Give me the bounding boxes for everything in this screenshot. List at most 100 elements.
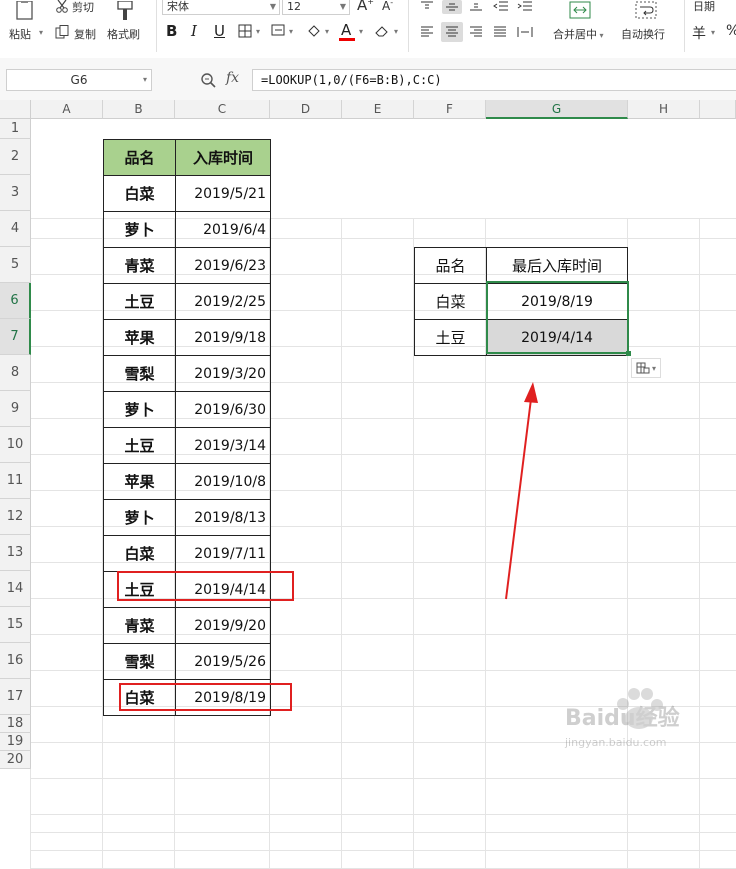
align-left-icon[interactable] [418,24,436,40]
italic-icon[interactable]: I [191,22,197,40]
name-box[interactable]: G6 ▾ [6,69,152,91]
date-cell[interactable]: 2019/9/20 [175,607,271,644]
row-header-4[interactable]: 4 [0,211,31,247]
paste-button[interactable]: 粘贴 [9,26,31,42]
table-header-cell[interactable]: 入库时间 [175,139,271,176]
table-header-cell[interactable]: 品名 [103,139,176,176]
copy-button[interactable]: 复制 [74,26,96,42]
product-cell[interactable]: 萝卜 [103,211,176,248]
product-cell[interactable]: 土豆 [103,283,176,320]
align-top-icon[interactable] [419,0,435,12]
function-icon[interactable]: fx [226,70,239,86]
product-cell[interactable]: 苹果 [103,319,176,356]
date-cell[interactable]: 2019/5/21 [175,175,271,212]
decrease-font-icon[interactable]: A- [382,0,393,13]
result-date-cell[interactable]: 2019/8/19 [486,283,628,320]
autofill-options-button[interactable]: ▾ [631,358,661,378]
row-header-2[interactable]: 2 [0,139,31,175]
row-header-14[interactable]: 14 [0,571,31,607]
product-cell[interactable]: 苹果 [103,463,176,500]
product-cell[interactable]: 青菜 [103,247,176,284]
distributed-icon[interactable] [515,24,535,40]
column-header-h[interactable]: H [628,100,700,119]
font-size-select[interactable]: 12 ▼ [282,0,350,15]
row-header-9[interactable]: 9 [0,391,31,427]
wrap-text-icon[interactable] [634,0,658,20]
scissors-icon[interactable] [54,0,70,14]
bold-icon[interactable]: B [166,22,177,40]
justify-icon[interactable] [491,24,509,40]
date-cell[interactable]: 2019/3/20 [175,355,271,392]
decrease-indent-icon[interactable] [492,0,510,12]
eraser-icon[interactable] [373,23,391,39]
format-painter-button[interactable]: 格式刷 [107,26,140,42]
date-cell[interactable]: 2019/2/25 [175,283,271,320]
row-header-5[interactable]: 5 [0,247,31,283]
row-header-11[interactable]: 11 [0,463,31,499]
column-header-b[interactable]: B [103,100,175,119]
date-cell[interactable]: 2019/10/8 [175,463,271,500]
align-bottom-icon[interactable] [468,0,484,12]
column-header-g[interactable]: G [486,100,628,119]
chevron-down-icon[interactable]: ▾ [256,27,260,36]
formula-input[interactable]: =LOOKUP(1,0/(F6=B:B),C:C) [252,69,736,91]
paste-dropdown-icon[interactable]: ▾ [39,28,43,37]
select-all-button[interactable] [0,100,31,119]
underline-icon[interactable]: U [214,22,225,40]
format-painter-icon[interactable] [114,0,136,22]
merge-center-icon[interactable] [568,0,592,20]
product-cell[interactable]: 青菜 [103,607,176,644]
align-middle-icon[interactable] [442,0,462,14]
wrap-text-button[interactable]: 自动换行 [621,26,665,42]
chevron-down-icon[interactable]: ▾ [394,27,398,36]
merge-center-button[interactable]: 合并居中 ▾ [553,26,604,42]
row-header-12[interactable]: 12 [0,499,31,535]
row-header-6[interactable]: 6 [0,283,31,319]
row-header-13[interactable]: 13 [0,535,31,571]
increase-indent-icon[interactable] [516,0,534,12]
borders-icon[interactable] [237,23,253,39]
row-header-1[interactable]: 1 [0,119,31,139]
result-header-cell[interactable]: 品名 [414,247,487,284]
result-header-cell[interactable]: 最后入库时间 [486,247,628,284]
fill-color-icon[interactable] [305,23,323,39]
chevron-down-icon[interactable]: ▾ [359,27,363,36]
row-header-19[interactable]: 19 [0,733,31,751]
date-cell[interactable]: 2019/6/23 [175,247,271,284]
increase-font-icon[interactable]: A+ [357,0,374,14]
date-cell[interactable]: 2019/9/18 [175,319,271,356]
product-cell[interactable]: 萝卜 [103,499,176,536]
row-header-16[interactable]: 16 [0,643,31,679]
date-cell[interactable]: 2019/7/11 [175,535,271,572]
chevron-down-icon[interactable]: ▾ [289,27,293,36]
row-header-3[interactable]: 3 [0,175,31,211]
row-header-18[interactable]: 18 [0,715,31,733]
product-cell[interactable]: 白菜 [103,535,176,572]
row-header-7[interactable]: 7 [0,319,31,355]
row-header-20[interactable]: 20 [0,751,31,769]
font-name-select[interactable]: 宋体 ▼ [162,0,280,15]
product-cell[interactable]: 雪梨 [103,355,176,392]
column-header-e[interactable]: E [342,100,414,119]
column-header-f[interactable]: F [414,100,486,119]
result-product-cell[interactable]: 土豆 [414,319,487,356]
paste-icon[interactable] [12,0,38,24]
chevron-down-icon[interactable]: ▾ [325,27,329,36]
currency-button[interactable]: 羊 [692,23,706,43]
date-cell[interactable]: 2019/6/4 [175,211,271,248]
number-format-select[interactable]: 日期 [693,0,715,14]
percent-button[interactable]: % [726,23,736,39]
column-header-c[interactable]: C [175,100,270,119]
zoom-icon[interactable] [199,71,217,89]
fill-handle[interactable] [626,351,631,356]
copy-icon[interactable] [54,24,70,40]
align-center-icon[interactable] [441,22,463,42]
chevron-down-icon[interactable]: ▾ [711,28,715,37]
row-header-15[interactable]: 15 [0,607,31,643]
cut-button[interactable]: 剪切 [72,0,94,15]
align-right-icon[interactable] [467,24,485,40]
result-product-cell[interactable]: 白菜 [414,283,487,320]
product-cell[interactable]: 白菜 [103,175,176,212]
row-header-8[interactable]: 8 [0,355,31,391]
column-header-a[interactable]: A [31,100,103,119]
